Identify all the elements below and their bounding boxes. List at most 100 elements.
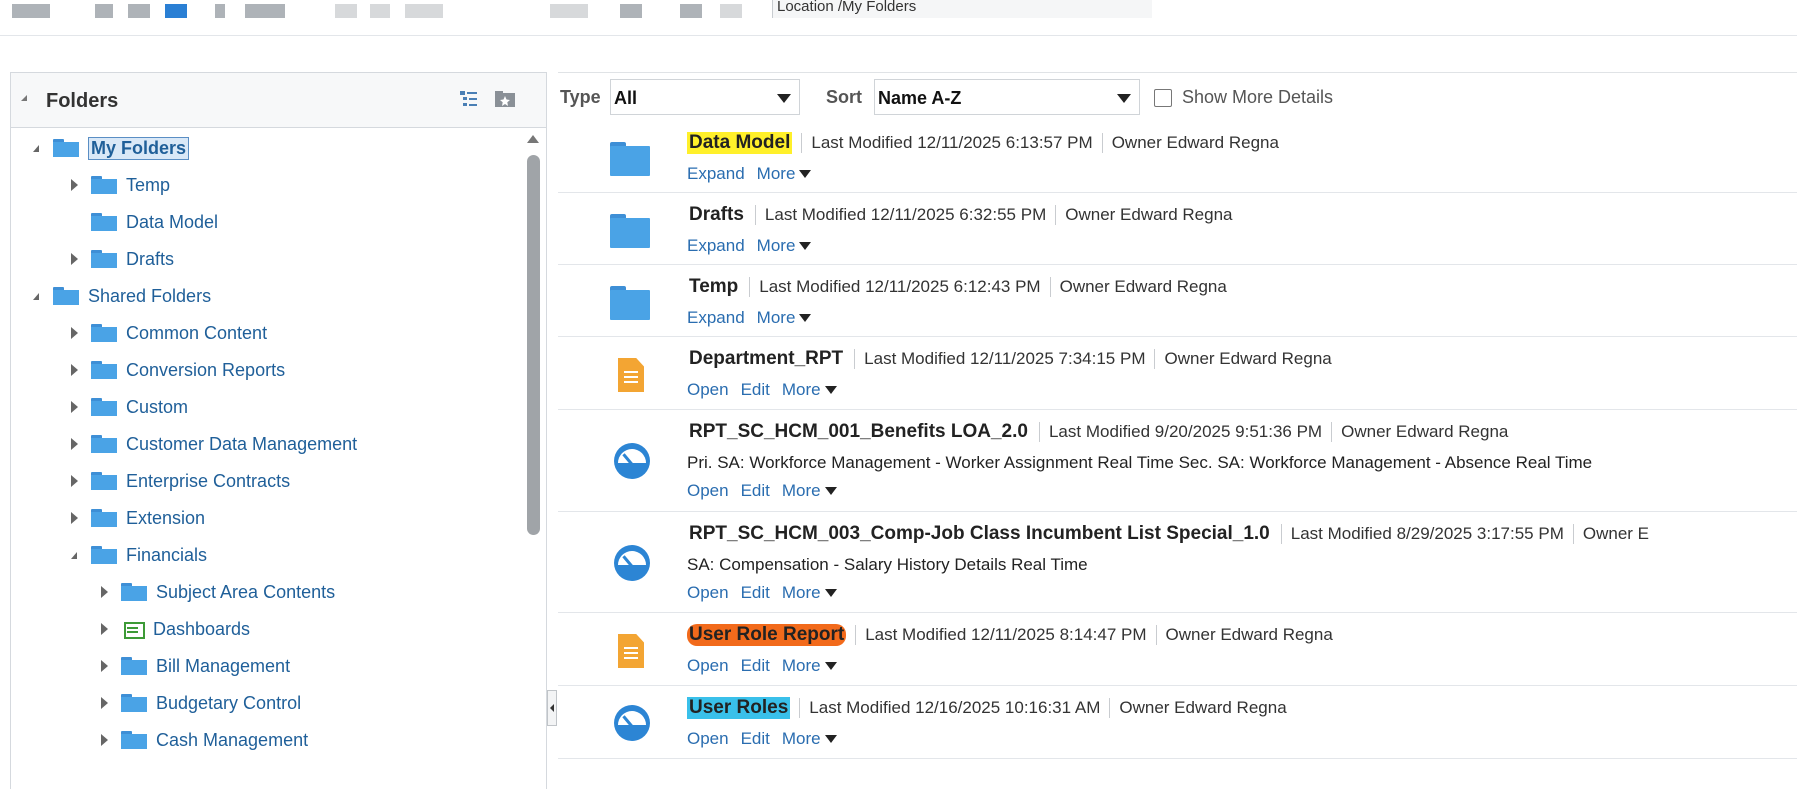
collapse-icon[interactable]	[25, 285, 47, 307]
permissions-icon[interactable]	[720, 4, 742, 18]
more-link[interactable]: More	[782, 729, 821, 749]
chevron-down-icon[interactable]	[824, 487, 837, 495]
item-description: SA: Compensation - Salary History Detail…	[687, 555, 1088, 574]
tree-item-enterprise-contracts[interactable]: Enterprise Contracts	[63, 463, 290, 499]
tree-item-budgetary-control[interactable]: Budgetary Control	[93, 685, 301, 721]
chevron-down-icon[interactable]	[824, 386, 837, 394]
tree-item-drafts[interactable]: Drafts	[63, 241, 174, 277]
more-link[interactable]: More	[757, 236, 796, 256]
tree-item-temp[interactable]: Temp	[63, 167, 170, 203]
more-link[interactable]: More	[757, 308, 796, 328]
open-link[interactable]: Open	[687, 729, 729, 749]
tree-item-bill-management[interactable]: Bill Management	[93, 648, 290, 684]
move-icon[interactable]	[405, 4, 443, 18]
item-name[interactable]: Data Model	[687, 132, 793, 154]
favorites-folder-icon[interactable]	[494, 90, 515, 108]
expand-icon[interactable]	[93, 692, 115, 714]
expand-icon[interactable]	[63, 507, 85, 529]
sort-select[interactable]: Name A-Z	[874, 79, 1140, 115]
open-link[interactable]: Open	[687, 481, 729, 501]
properties-icon[interactable]	[680, 4, 702, 18]
collapse-icon[interactable]	[25, 137, 47, 159]
more-link[interactable]: More	[782, 656, 821, 676]
collapse-icon[interactable]	[63, 544, 85, 566]
expand-icon[interactable]	[93, 581, 115, 603]
item-name[interactable]: RPT_SC_HCM_003_Comp-Job Class Incumbent …	[687, 523, 1272, 545]
edit-link[interactable]: Edit	[741, 656, 770, 676]
expand-link[interactable]: Expand	[687, 164, 745, 184]
item-name[interactable]: User Roles	[687, 697, 791, 719]
view-menu-icon[interactable]	[245, 4, 285, 18]
new-menu-icon[interactable]	[12, 4, 50, 18]
tree-item-my-folders[interactable]: My Folders	[25, 130, 190, 166]
tree-item-label: Data Model	[126, 211, 219, 232]
tree-item-label: Common Content	[126, 322, 268, 343]
more-link[interactable]: More	[782, 583, 821, 603]
expand-link[interactable]: Expand	[687, 236, 745, 256]
more-link[interactable]: More	[782, 380, 821, 400]
expand-icon[interactable]	[63, 248, 85, 270]
tree-item-subject-area-contents[interactable]: Subject Area Contents	[93, 574, 335, 610]
item-name[interactable]: User Role Report	[687, 624, 847, 646]
open-link[interactable]: Open	[687, 380, 729, 400]
expand-icon[interactable]	[63, 396, 85, 418]
edit-link[interactable]: Edit	[741, 481, 770, 501]
expand-icon[interactable]	[63, 322, 85, 344]
type-select[interactable]: All	[610, 79, 800, 115]
edit-icon[interactable]	[370, 4, 390, 18]
edit-link[interactable]: Edit	[741, 380, 770, 400]
delete-icon[interactable]	[620, 4, 642, 18]
tree-item-shared-folders[interactable]: Shared Folders	[25, 278, 211, 314]
tree-view-icon[interactable]	[459, 90, 479, 108]
more-link[interactable]: More	[782, 481, 821, 501]
item-name[interactable]: Drafts	[687, 204, 746, 226]
tree-item-label: Dashboards	[153, 618, 251, 639]
expand-icon[interactable]	[93, 729, 115, 751]
folder-view-icon[interactable]	[165, 4, 187, 18]
tree-item-common-content[interactable]: Common Content	[63, 315, 267, 351]
new-folder-icon[interactable]	[550, 4, 588, 18]
expand-icon[interactable]	[63, 359, 85, 381]
folder-icon	[53, 139, 79, 157]
scrollbar-thumb[interactable]	[527, 155, 540, 535]
item-name[interactable]: Department_RPT	[687, 348, 845, 370]
expand-icon[interactable]	[63, 470, 85, 492]
sidebar-toggle-icon[interactable]	[128, 4, 150, 18]
expand-icon[interactable]	[93, 655, 115, 677]
tree-item-conversion-reports[interactable]: Conversion Reports	[63, 352, 285, 388]
collapse-panel-icon[interactable]	[21, 95, 27, 101]
expand-link[interactable]: Expand	[687, 308, 745, 328]
item-name[interactable]: Temp	[687, 276, 740, 298]
open-link[interactable]: Open	[687, 656, 729, 676]
open-link[interactable]: Open	[687, 583, 729, 603]
chevron-down-icon[interactable]	[824, 589, 837, 597]
chevron-down-icon[interactable]	[799, 242, 812, 250]
tree-item-custom[interactable]: Custom	[63, 389, 188, 425]
expand-icon[interactable]	[63, 433, 85, 455]
owner: Owner Edward Regna	[1059, 277, 1227, 296]
expand-icon[interactable]	[93, 618, 115, 640]
item-name[interactable]: RPT_SC_HCM_001_Benefits LOA_2.0	[687, 421, 1030, 443]
tree-scrollbar[interactable]	[522, 133, 544, 790]
expand-icon[interactable]	[63, 174, 85, 196]
tree-item-financials[interactable]: Financials	[63, 537, 207, 573]
copy-icon[interactable]	[335, 4, 357, 18]
chevron-down-icon[interactable]	[799, 170, 812, 178]
tree-item-cash-management[interactable]: Cash Management	[93, 722, 308, 758]
tree-item-label: Conversion Reports	[126, 359, 286, 380]
tree-item-dashboards[interactable]: Dashboards	[93, 611, 250, 647]
tree-item-extension[interactable]: Extension	[63, 500, 205, 536]
chevron-down-icon[interactable]	[824, 662, 837, 670]
show-more-details-checkbox[interactable]	[1154, 89, 1172, 107]
scroll-up-icon[interactable]	[527, 135, 539, 143]
chevron-down-icon[interactable]	[799, 314, 812, 322]
panel-splitter[interactable]	[547, 690, 557, 726]
tree-item-customer-data-management[interactable]: Customer Data Management	[63, 426, 357, 462]
edit-link[interactable]: Edit	[741, 583, 770, 603]
back-icon[interactable]	[215, 4, 225, 18]
more-link[interactable]: More	[757, 164, 796, 184]
tree-item-data-model[interactable]: Data Model	[91, 204, 218, 240]
refresh-icon[interactable]	[95, 4, 113, 18]
edit-link[interactable]: Edit	[741, 729, 770, 749]
chevron-down-icon[interactable]	[824, 735, 837, 743]
